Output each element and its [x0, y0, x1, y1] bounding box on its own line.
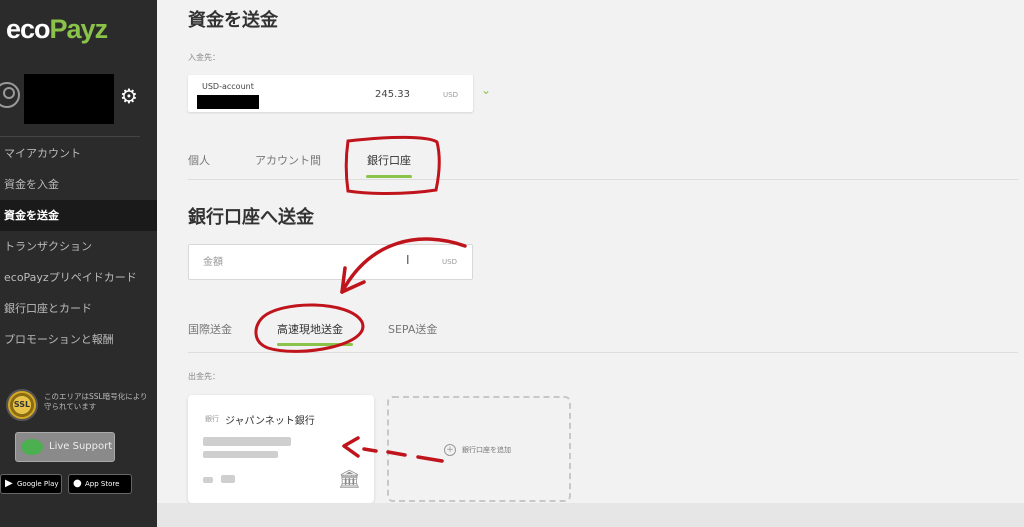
- main-content: 資金を送金 入金先： USD-account 245.33 USD ⌄ 個人 ア…: [157, 0, 1024, 527]
- sidebar: ecoPayz ⚙ マイアカウント 資金を入金 資金を送金 トランザクション e…: [0, 0, 157, 527]
- chat-bubble-icon: [21, 439, 43, 455]
- amount-currency: USD: [442, 258, 457, 266]
- from-label: 出金先：: [188, 372, 220, 381]
- sidebar-item-send-money[interactable]: 資金を送金: [0, 200, 157, 231]
- redacted-account-number: [197, 95, 259, 109]
- bank-card[interactable]: 銀行 ジャパンネット銀行 🏛: [188, 395, 374, 503]
- tab-personal[interactable]: 個人: [188, 152, 210, 168]
- account-balance: 245.33: [375, 89, 410, 100]
- add-bank-account-card[interactable]: + 銀行口座を追加: [387, 396, 571, 502]
- sidebar-nav: マイアカウント 資金を入金 資金を送金 トランザクション ecoPayzプリペイ…: [0, 138, 157, 355]
- logo-eco: eco: [6, 14, 51, 44]
- account-select[interactable]: USD-account 245.33 USD ⌄: [188, 75, 491, 112]
- tab-international-transfer[interactable]: 国際送金: [188, 321, 232, 337]
- sidebar-item-transactions[interactable]: トランザクション: [0, 231, 157, 262]
- tab-fast-local-transfer[interactable]: 高速現地送金: [277, 321, 343, 337]
- amount-input[interactable]: [188, 244, 473, 280]
- plus-circle-icon: +: [444, 444, 456, 456]
- account-currency: USD: [443, 91, 458, 99]
- bank-building-icon: 🏛: [338, 469, 361, 490]
- user-avatar-icon[interactable]: [0, 82, 20, 108]
- live-support-label: Live Support: [49, 441, 113, 452]
- sidebar-divider: [0, 136, 140, 137]
- chevron-down-icon[interactable]: ⌄: [481, 83, 491, 97]
- ecopayz-logo[interactable]: ecoPayz: [6, 14, 109, 45]
- redacted-user-name: [24, 74, 114, 124]
- blurred-account-detail: [203, 437, 291, 446]
- ssl-badge-icon: SSL: [6, 389, 38, 421]
- bank-name: ジャパンネット銀行: [225, 416, 315, 427]
- google-play-button[interactable]: ▶ Google Play: [0, 474, 62, 494]
- ssl-text: このエリアはSSL暗号化により守られています: [44, 392, 148, 411]
- recipient-tabs: 個人 アカウント間 銀行口座: [188, 140, 1018, 180]
- app-store-button[interactable]: ● App Store: [68, 474, 132, 494]
- bank-type: 銀行: [205, 415, 219, 423]
- logo-payz: Payz: [49, 14, 109, 44]
- apple-icon: ●: [73, 478, 82, 489]
- app-store-label: App Store: [85, 480, 120, 488]
- add-bank-label: 銀行口座を追加: [462, 446, 511, 454]
- section-title: 銀行口座へ送金: [188, 207, 314, 228]
- gear-icon[interactable]: ⚙: [120, 84, 138, 108]
- deposit-label: 入金先：: [188, 53, 220, 62]
- text-cursor-icon: I: [406, 253, 410, 267]
- google-play-label: Google Play: [17, 480, 59, 488]
- live-support-button[interactable]: Live Support: [15, 432, 115, 462]
- blurred-account-detail: [221, 475, 235, 483]
- sidebar-item-my-account[interactable]: マイアカウント: [0, 138, 157, 169]
- user-row: ⚙: [0, 72, 157, 124]
- tab-sepa-transfer[interactable]: SEPA送金: [388, 321, 437, 337]
- bottom-bar: [157, 503, 1024, 527]
- tab-between-accounts[interactable]: アカウント間: [255, 152, 321, 168]
- page-title: 資金を送金: [188, 10, 278, 31]
- blurred-account-detail: [203, 477, 213, 483]
- tab-active-indicator: [277, 343, 353, 346]
- tab-active-indicator: [366, 175, 412, 178]
- blurred-account-detail: [203, 451, 278, 458]
- sidebar-item-promotions[interactable]: プロモーションと報酬: [0, 324, 157, 355]
- tab-bank-account[interactable]: 銀行口座: [367, 152, 411, 168]
- account-name: USD-account: [202, 82, 254, 91]
- account-select-divider: [473, 75, 474, 112]
- sidebar-item-deposit[interactable]: 資金を入金: [0, 169, 157, 200]
- google-play-icon: ▶: [5, 478, 13, 489]
- sidebar-item-bank-accounts-cards[interactable]: 銀行口座とカード: [0, 293, 157, 324]
- transfer-type-tabs: 国際送金 高速現地送金 SEPA送金: [188, 315, 1018, 353]
- sidebar-item-prepaid-card[interactable]: ecoPayzプリペイドカード: [0, 262, 157, 293]
